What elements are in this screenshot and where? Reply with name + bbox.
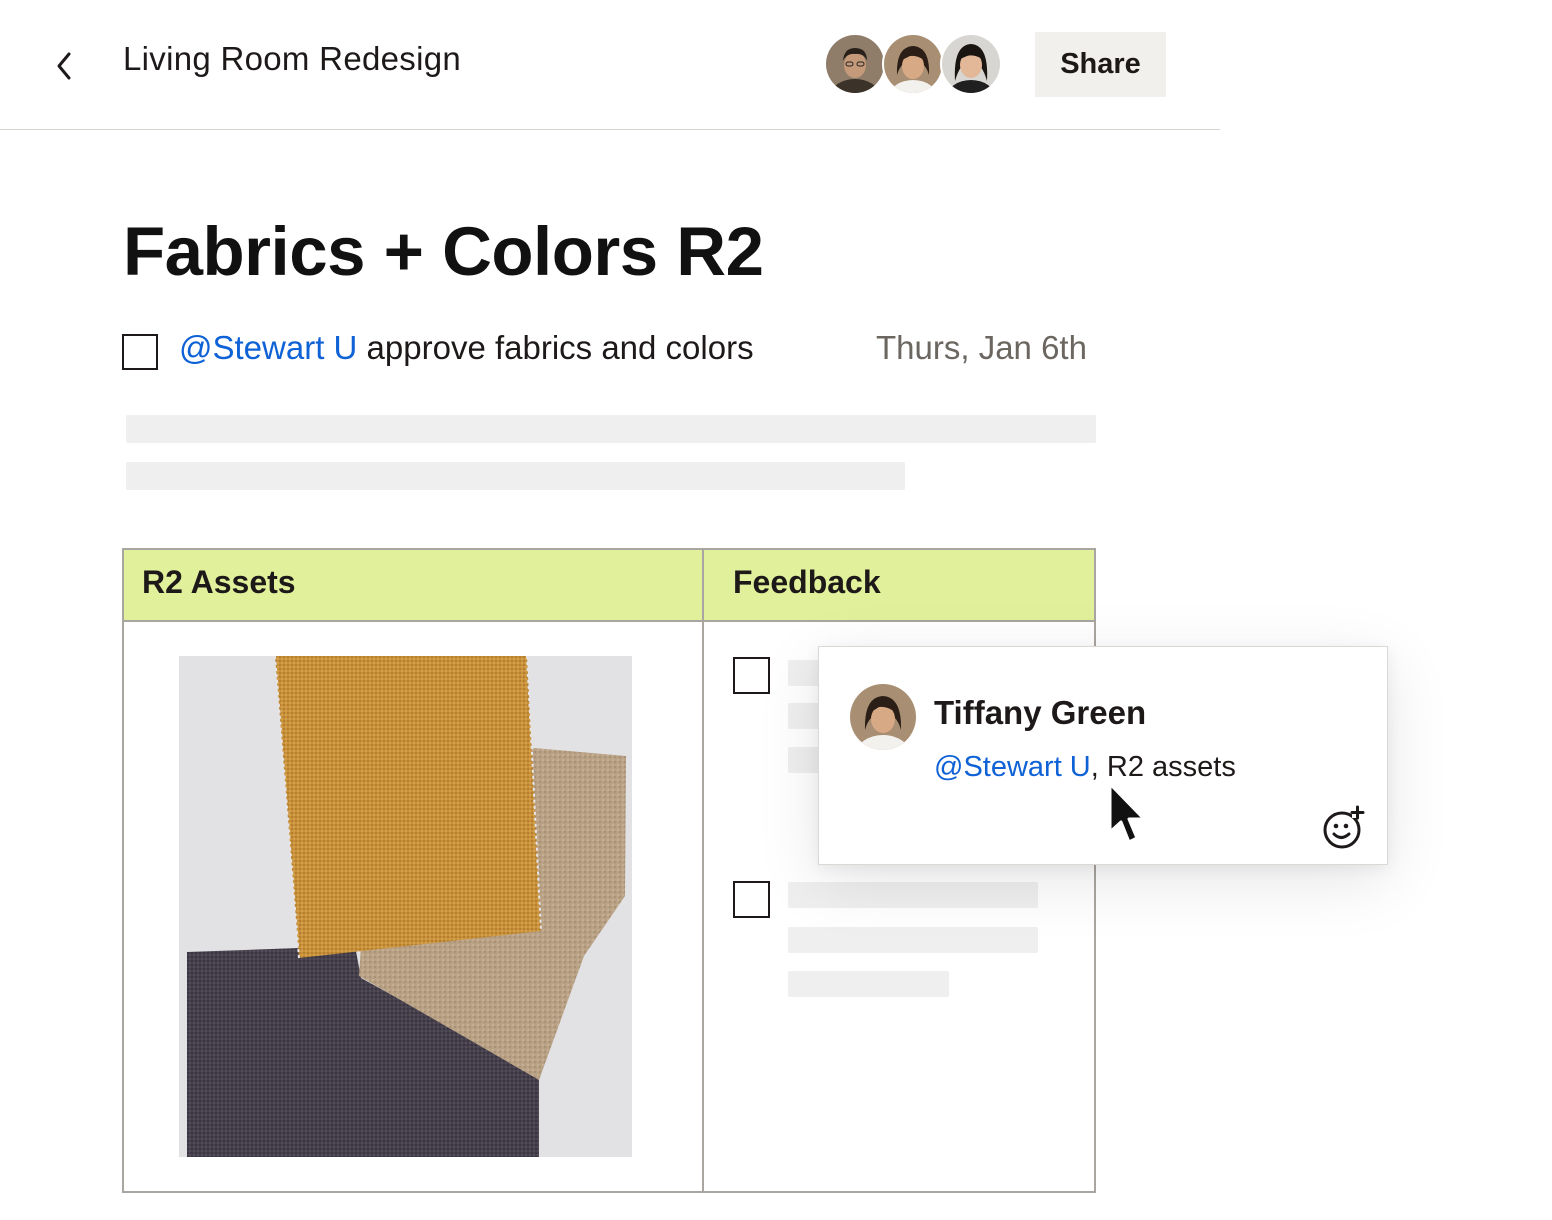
top-bar: Living Room Redesign Share <box>0 0 1220 130</box>
back-button[interactable] <box>46 46 82 86</box>
comment-text: , R2 assets <box>1090 751 1236 783</box>
comment-body: @Stewart U, R2 assets <box>934 751 1236 784</box>
collaborator-avatars[interactable] <box>824 33 1008 99</box>
comment-mention-link[interactable]: @Stewart U <box>934 751 1091 783</box>
feedback-checkbox[interactable] <box>733 657 770 694</box>
feedback-checkbox[interactable] <box>733 881 770 918</box>
commenter-avatar[interactable] <box>850 684 916 750</box>
share-button[interactable]: Share <box>1035 32 1166 97</box>
fabric-swatches-image[interactable] <box>179 656 632 1157</box>
task-description: approve fabrics and colors <box>357 329 754 366</box>
comment-card[interactable]: Tiffany Green @Stewart U, R2 assets <box>818 646 1388 865</box>
assets-table: R2 Assets Feedback <box>122 548 1096 1193</box>
task-text: @Stewart U approve fabrics and colors <box>179 329 754 367</box>
task-checkbox[interactable] <box>122 334 158 370</box>
task-due-date[interactable]: Thurs, Jan 6th <box>876 329 1087 367</box>
collaborator-avatar-1[interactable] <box>824 33 886 95</box>
add-reaction-button[interactable] <box>1321 805 1367 851</box>
folder-title[interactable]: Living Room Redesign <box>123 40 461 78</box>
task-mention-link[interactable]: @Stewart U <box>179 329 357 366</box>
placeholder-line <box>788 971 949 997</box>
page-title: Fabrics + Colors R2 <box>123 213 764 290</box>
collaborator-avatar-3[interactable] <box>940 33 1002 95</box>
placeholder-line <box>788 927 1038 953</box>
column-divider <box>702 550 704 1191</box>
column-header-assets: R2 Assets <box>142 564 296 600</box>
table-header-row: R2 Assets Feedback <box>124 550 1094 622</box>
column-header-feedback: Feedback <box>733 564 881 600</box>
add-emoji-icon <box>1323 805 1365 849</box>
comment-author: Tiffany Green <box>934 694 1147 731</box>
placeholder-line <box>126 462 905 490</box>
collaborator-avatar-2[interactable] <box>882 33 944 95</box>
placeholder-line <box>126 415 1096 443</box>
placeholder-line <box>788 882 1038 908</box>
chevron-left-icon <box>57 52 71 80</box>
